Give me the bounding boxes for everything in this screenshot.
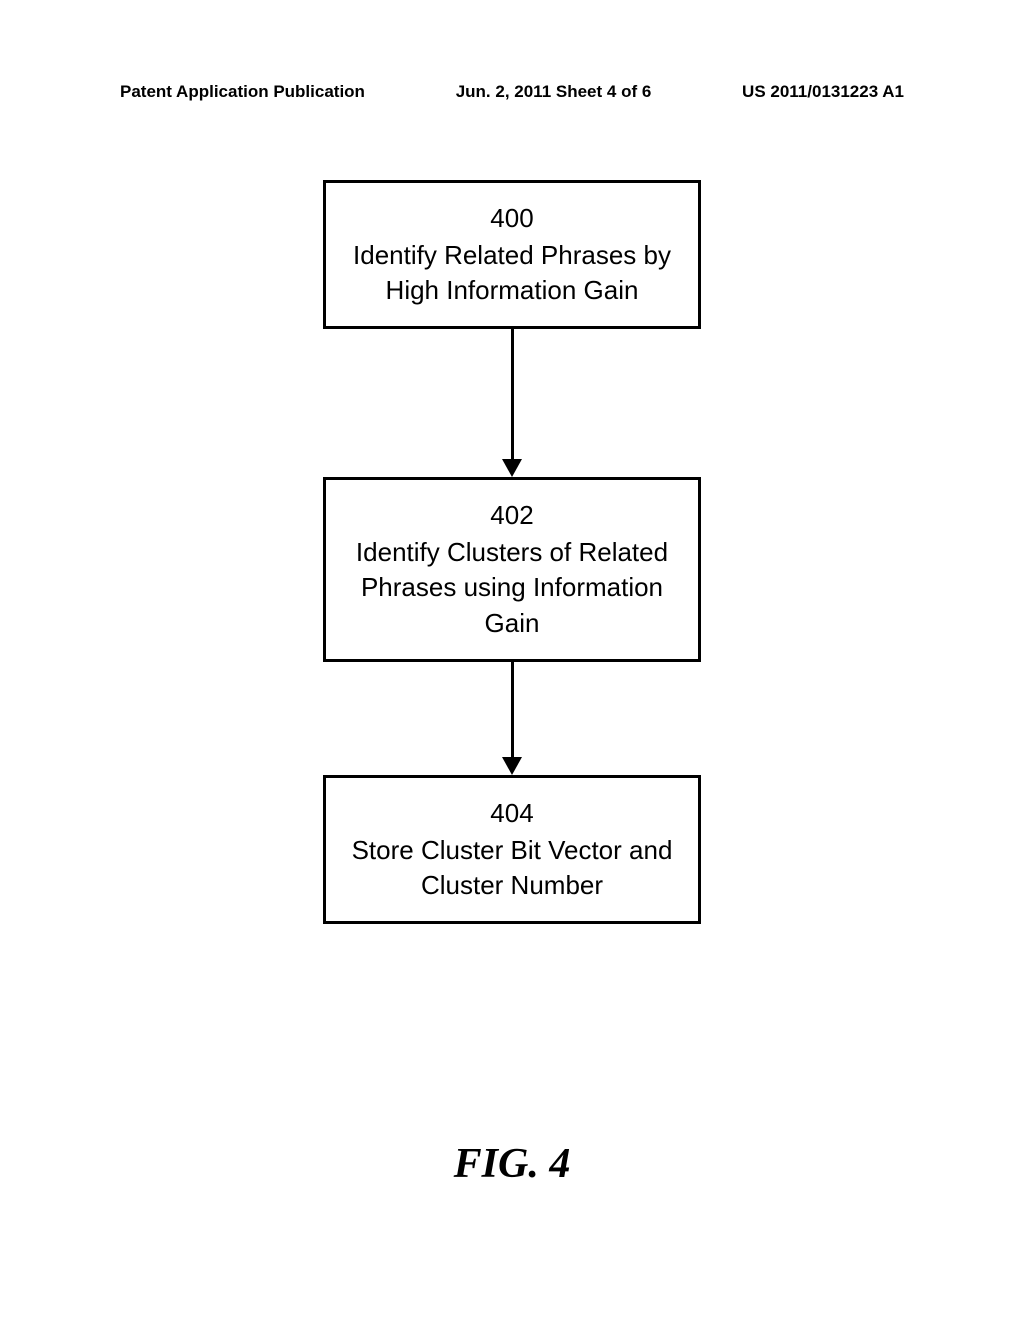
box-text: Store Cluster Bit Vector and Cluster Num… bbox=[352, 835, 673, 900]
arrow-down-icon bbox=[502, 662, 522, 775]
flowchart-box-402: 402 Identify Clusters of Related Phrases… bbox=[323, 477, 701, 661]
box-number: 400 bbox=[346, 201, 678, 236]
header-publication-number: US 2011/0131223 A1 bbox=[742, 82, 904, 102]
box-text: Identify Clusters of Related Phrases usi… bbox=[356, 537, 668, 637]
page-header: Patent Application Publication Jun. 2, 2… bbox=[0, 82, 1024, 102]
flowchart-box-400: 400 Identify Related Phrases by High Inf… bbox=[323, 180, 701, 329]
flowchart-box-404: 404 Store Cluster Bit Vector and Cluster… bbox=[323, 775, 701, 924]
figure-caption: FIG. 4 bbox=[0, 1140, 1024, 1188]
flowchart: 400 Identify Related Phrases by High Inf… bbox=[0, 180, 1024, 924]
box-text: Identify Related Phrases by High Informa… bbox=[353, 240, 671, 305]
box-number: 402 bbox=[346, 498, 678, 533]
box-number: 404 bbox=[346, 796, 678, 831]
header-publication-type: Patent Application Publication bbox=[120, 82, 365, 102]
header-date-sheet: Jun. 2, 2011 Sheet 4 of 6 bbox=[456, 82, 652, 102]
arrow-down-icon bbox=[502, 329, 522, 477]
